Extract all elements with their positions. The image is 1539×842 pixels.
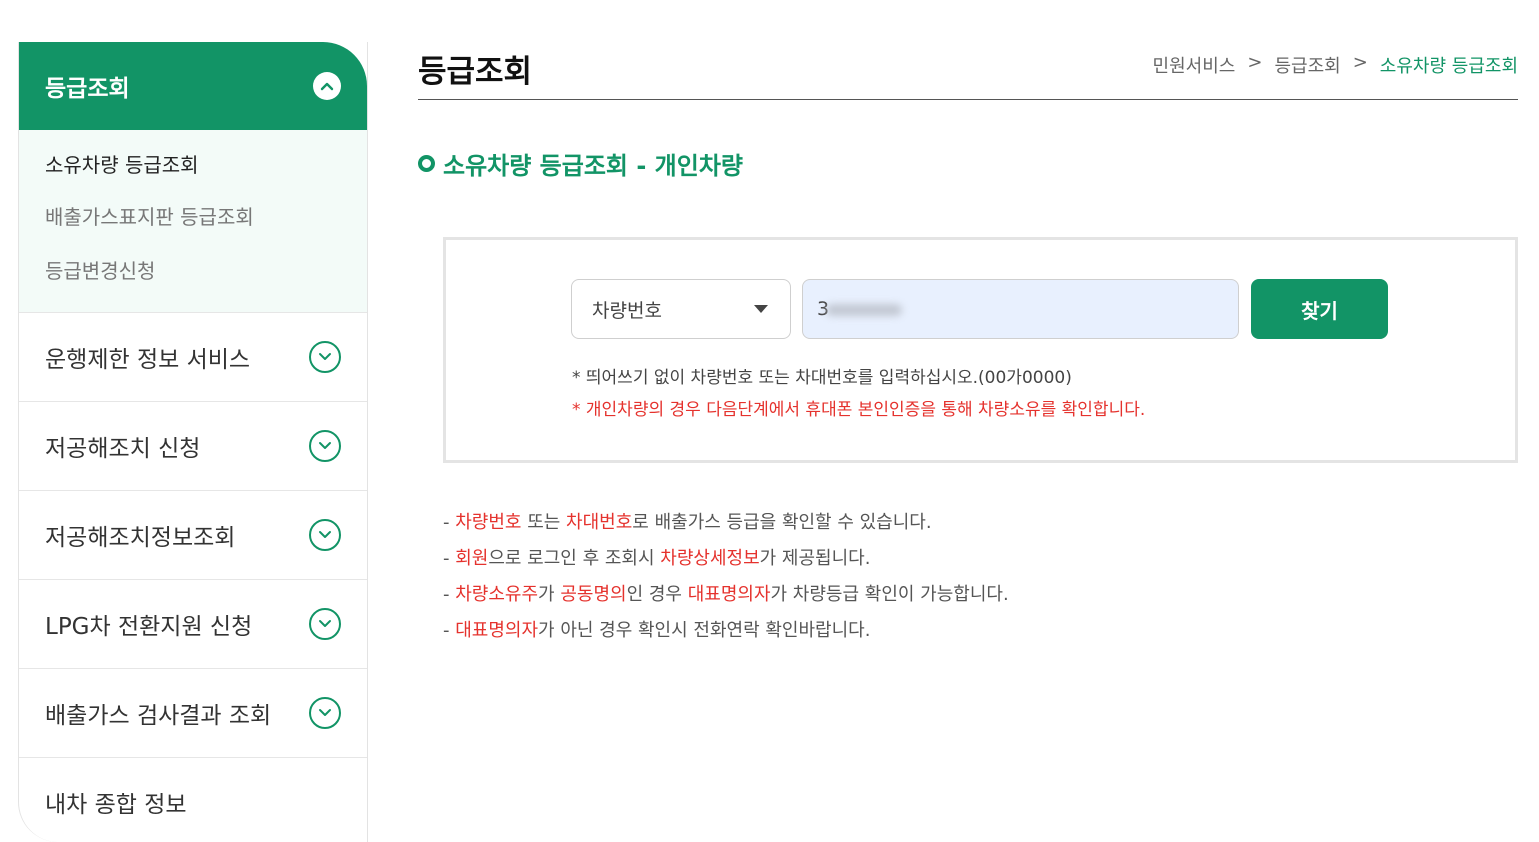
sidebar-item-low-emission-apply[interactable]: 저공해조치 신청 (19, 402, 367, 491)
sidebar-header-grade-lookup[interactable]: 등급조회 (19, 42, 367, 130)
submenu-item-owned-vehicle[interactable]: 소유차량 등급조회 (19, 150, 367, 190)
note-text: 으로 로그인 후 조회시 (488, 548, 661, 569)
note-text: 가 차량등급 확인이 가능합니다. (770, 584, 1009, 605)
note-highlight: 대표명의자 (687, 584, 771, 605)
section-title: 소유차량 등급조회 - 개인차량 (418, 146, 743, 181)
page-header: 등급조회 민원서비스 > 등급조회 > 소유차량 등급조회 (418, 40, 1518, 100)
chevron-up-icon[interactable] (313, 72, 341, 100)
sidebar-submenu: 소유차량 등급조회 배출가스표지판 등급조회 등급변경신청 (19, 130, 367, 313)
input-hint: * 띄어쓰기 없이 차량번호 또는 차대번호를 입력하십시오.(00가0000) (572, 368, 1072, 388)
submenu-item-emission-sign[interactable]: 배출가스표지판 등급조회 (19, 190, 367, 244)
sidebar-item-label: 저공해조치정보조회 (45, 525, 236, 551)
note-line: - 차량번호 또는 차대번호로 배출가스 등급을 확인할 수 있습니다. (443, 505, 1009, 541)
search-panel: 차량번호 찾기 * 띄어쓰기 없이 차량번호 또는 차대번호를 입력하십시오.(… (443, 237, 1518, 463)
note-highlight: 차량소유주 (455, 584, 539, 605)
sidebar-item-label: 저공해조치 신청 (45, 436, 201, 462)
redacted-input-text (826, 304, 902, 316)
caret-down-icon (754, 305, 768, 313)
note-text: 가 (538, 584, 561, 605)
breadcrumb-item-civil-service[interactable]: 민원서비스 (1153, 52, 1236, 78)
note-text: 가 아닌 경우 확인시 전화연락 확인바랍니다. (538, 620, 871, 641)
note-highlight: 공동명의 (560, 584, 627, 605)
breadcrumb-item-grade-lookup[interactable]: 등급조회 (1274, 52, 1340, 78)
ring-icon (418, 155, 435, 172)
sidebar-item-my-car-info[interactable]: 내차 종합 정보 (19, 758, 367, 842)
chevron-down-icon[interactable] (309, 341, 341, 373)
breadcrumb-separator: > (1247, 52, 1263, 73)
note-text: 인 경우 (626, 584, 688, 605)
sidebar-item-label: 운행제한 정보 서비스 (45, 347, 251, 373)
chevron-down-icon[interactable] (309, 608, 341, 640)
sidebar-item-lpg-conversion[interactable]: LPG차 전환지원 신청 (19, 580, 367, 669)
sidebar-item-label: 내차 종합 정보 (45, 792, 187, 818)
breadcrumb-item-current[interactable]: 소유차량 등급조회 (1380, 52, 1518, 78)
sidebar-header-label: 등급조회 (45, 76, 130, 102)
search-type-select[interactable]: 차량번호 (571, 279, 791, 339)
sidebar-item-emission-test-result[interactable]: 배출가스 검사결과 조회 (19, 669, 367, 758)
note-text: - (443, 512, 456, 533)
sidebar: 등급조회 소유차량 등급조회 배출가스표지판 등급조회 등급변경신청 운행제한 … (18, 42, 368, 842)
note-text: - (443, 584, 456, 605)
section-title-text: 소유차량 등급조회 - 개인차량 (443, 152, 743, 180)
note-text: 또는 (521, 512, 567, 533)
note-highlight: 대표명의자 (455, 620, 539, 641)
note-highlight: 차량상세정보 (660, 548, 760, 569)
chevron-down-icon[interactable] (309, 697, 341, 729)
submenu-item-grade-change[interactable]: 등급변경신청 (19, 244, 367, 298)
note-highlight: 차량번호 (455, 512, 522, 533)
breadcrumb-separator: > (1352, 52, 1368, 73)
note-highlight: 회원 (455, 548, 489, 569)
chevron-down-icon[interactable] (309, 519, 341, 551)
search-type-value: 차량번호 (592, 299, 662, 322)
note-text: - (443, 620, 456, 641)
note-text: 로 배출가스 등급을 확인할 수 있습니다. (632, 512, 932, 533)
note-text: - (443, 548, 456, 569)
note-line: - 회원으로 로그인 후 조회시 차량상세정보가 제공됩니다. (443, 541, 1009, 577)
verification-notice: * 개인차량의 경우 다음단계에서 휴대폰 본인인증을 통해 차량소유를 확인합… (572, 400, 1146, 420)
sidebar-item-low-emission-info[interactable]: 저공해조치정보조회 (19, 491, 367, 580)
note-text: 가 제공됩니다. (759, 548, 871, 569)
sidebar-item-restriction-info[interactable]: 운행제한 정보 서비스 (19, 313, 367, 402)
note-highlight: 차대번호 (566, 512, 633, 533)
page-title: 등급조회 (418, 54, 533, 90)
breadcrumb: 민원서비스 > 등급조회 > 소유차량 등급조회 (1153, 52, 1518, 78)
find-button[interactable]: 찾기 (1251, 279, 1388, 339)
note-line: - 대표명의자가 아닌 경우 확인시 전화연락 확인바랍니다. (443, 613, 1009, 649)
sidebar-item-label: 배출가스 검사결과 조회 (45, 703, 272, 729)
info-notes: - 차량번호 또는 차대번호로 배출가스 등급을 확인할 수 있습니다. - 회… (443, 505, 1009, 649)
note-line: - 차량소유주가 공동명의인 경우 대표명의자가 차량등급 확인이 가능합니다. (443, 577, 1009, 613)
chevron-down-icon[interactable] (309, 430, 341, 462)
sidebar-item-label: LPG차 전환지원 신청 (45, 614, 253, 640)
